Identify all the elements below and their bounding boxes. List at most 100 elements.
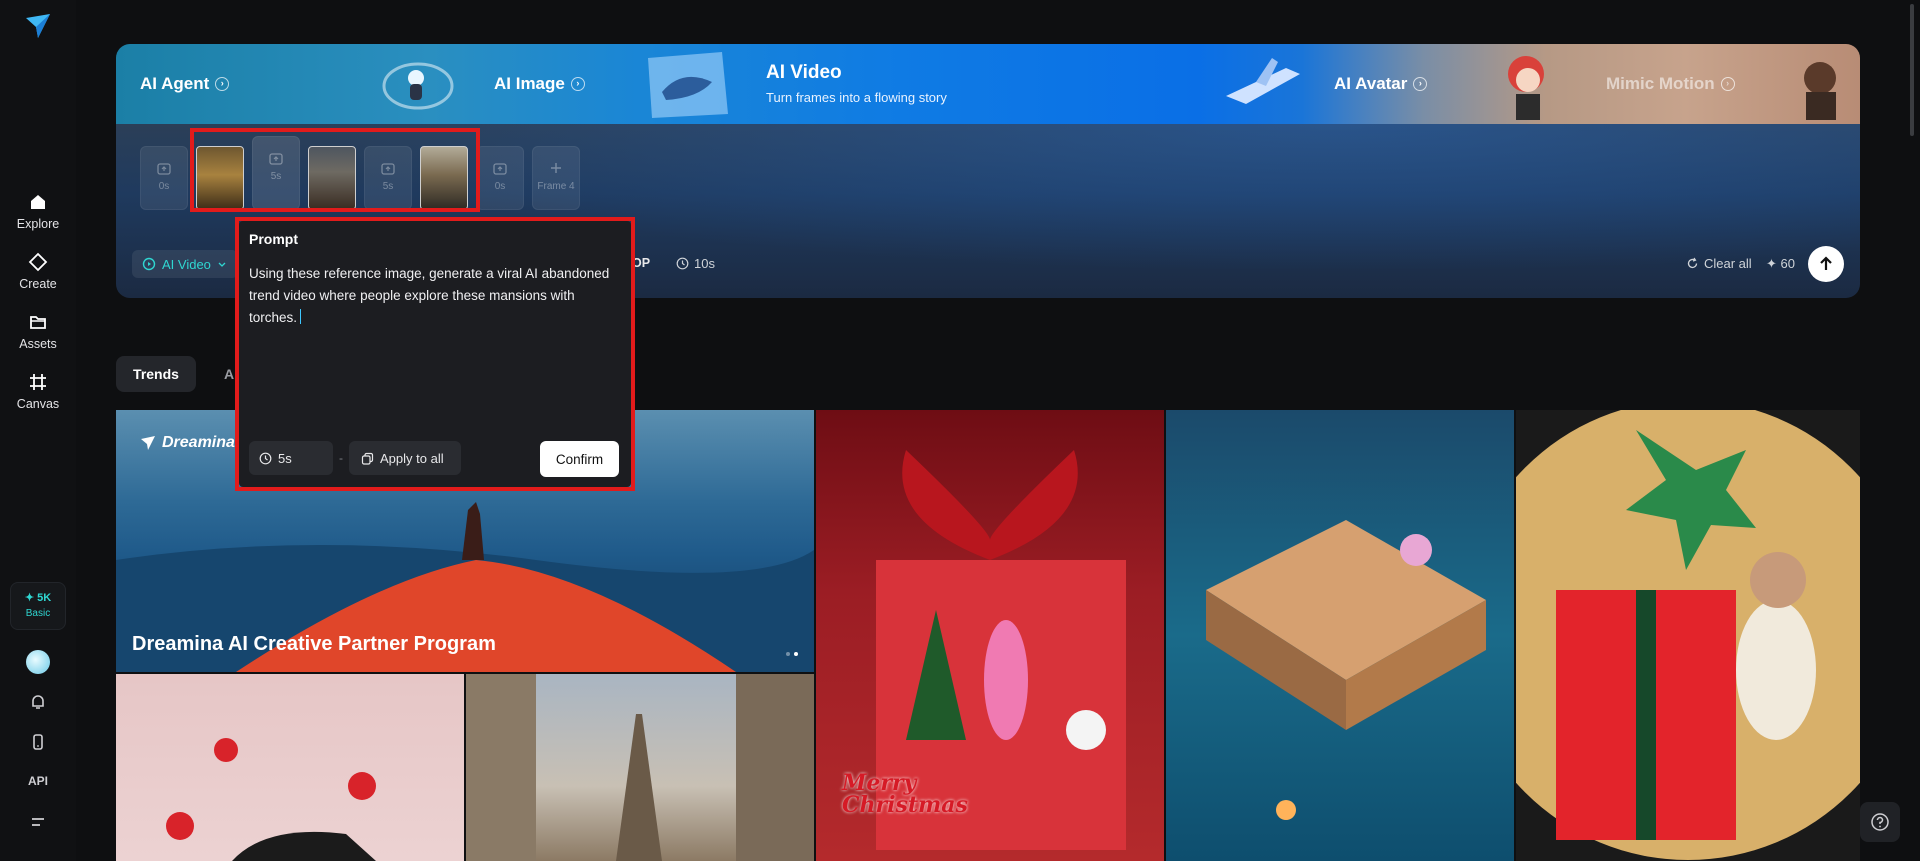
hero-brand: Dreamina bbox=[140, 434, 235, 452]
generation-cost: ✦ 60 bbox=[1766, 256, 1795, 271]
arrow-up-icon bbox=[1820, 256, 1832, 270]
arrow-right-icon: › bbox=[1413, 77, 1428, 91]
gallery-card-paris[interactable] bbox=[466, 674, 814, 861]
credit-amount: ✦ 5K bbox=[24, 592, 52, 604]
arrow-right-icon: › bbox=[215, 77, 230, 91]
carousel-dots[interactable] bbox=[786, 652, 798, 656]
dreamina-logo-icon bbox=[141, 436, 155, 450]
prompt-popup: Prompt Using these reference image, gene… bbox=[239, 221, 631, 487]
carousel-dot[interactable] bbox=[794, 652, 798, 656]
popup-title: Prompt bbox=[249, 231, 298, 247]
generate-button[interactable] bbox=[1808, 246, 1844, 282]
frame-icon bbox=[30, 374, 46, 390]
hero-title: Dreamina AI Creative Partner Program bbox=[132, 633, 496, 655]
confirm-button[interactable]: Confirm bbox=[540, 441, 619, 477]
tab-subtitle: Turn frames into a flowing story bbox=[766, 90, 947, 105]
tab-second[interactable]: A bbox=[224, 366, 234, 382]
sidebar-item-label: Assets bbox=[19, 337, 57, 351]
help-icon bbox=[1871, 813, 1889, 831]
avatar[interactable] bbox=[26, 650, 50, 674]
gift-artwork bbox=[1516, 410, 1860, 860]
carousel-dot[interactable] bbox=[786, 652, 790, 656]
clear-all-button[interactable]: Clear all bbox=[1686, 256, 1752, 271]
duration-option[interactable]: 10s bbox=[676, 256, 715, 271]
add-frame-label: Frame 4 bbox=[537, 181, 575, 192]
agent-illustration bbox=[382, 62, 454, 110]
mimic-illustration bbox=[1804, 62, 1836, 120]
plus-icon bbox=[551, 163, 561, 173]
add-frame-button[interactable]: Frame 4 bbox=[532, 146, 580, 210]
frame-duration: 0s bbox=[494, 181, 506, 192]
apply-to-all-button[interactable]: Apply to all bbox=[349, 441, 461, 475]
gallery-card-gift[interactable] bbox=[1516, 410, 1860, 861]
image-illustration bbox=[648, 52, 728, 118]
api-link[interactable]: API bbox=[0, 774, 76, 788]
frames-highlight bbox=[190, 128, 480, 212]
christmas-card-text: Merry Christmas bbox=[842, 770, 968, 818]
gallery-card-strawberry[interactable] bbox=[116, 674, 464, 861]
tab-label: AI Avatar bbox=[1334, 74, 1408, 93]
hero-brand-label: Dreamina bbox=[162, 434, 235, 451]
duration-selector[interactable]: 5s bbox=[249, 441, 333, 475]
dreamina-logo[interactable] bbox=[24, 12, 52, 40]
tab-mimic-motion[interactable]: Mimic Motion › bbox=[1606, 44, 1735, 124]
scrollbar[interactable] bbox=[1910, 4, 1914, 136]
sidebar-item-explore[interactable]: Explore bbox=[0, 192, 76, 231]
clear-all-label: Clear all bbox=[1704, 256, 1752, 271]
mode-label: AI Video bbox=[162, 256, 211, 272]
folder-icon bbox=[30, 316, 46, 329]
refresh-icon bbox=[1687, 257, 1698, 269]
text-caret bbox=[300, 309, 302, 324]
tab-label: AI Agent bbox=[140, 74, 210, 93]
video-mode-icon bbox=[142, 257, 156, 271]
phone-icon[interactable] bbox=[28, 732, 48, 752]
tab-label: AI Image bbox=[494, 74, 565, 93]
frame-slot[interactable]: 0s bbox=[476, 146, 524, 210]
prompt-textarea[interactable]: Using these reference image, generate a … bbox=[249, 263, 619, 329]
menu-icon[interactable] bbox=[28, 812, 48, 832]
feature-banner: AI Agent › AI Image › AI Video Turn frames… bbox=[116, 44, 1860, 124]
strawberry-artwork bbox=[166, 738, 376, 861]
apply-to-all-label: Apply to all bbox=[380, 450, 444, 466]
upload-icon bbox=[157, 163, 171, 175]
bell-icon[interactable] bbox=[28, 692, 48, 712]
diamond-icon bbox=[28, 252, 48, 272]
avatar-illustration bbox=[1508, 56, 1544, 120]
frame-slot[interactable]: 0s bbox=[140, 146, 188, 210]
tab-label: AI Video bbox=[766, 62, 842, 83]
home-icon bbox=[31, 195, 45, 209]
duration-value: 5s bbox=[278, 450, 292, 466]
tab-ai-agent[interactable]: AI Agent › bbox=[140, 44, 230, 124]
credit-balance[interactable]: ✦ 5K Basic bbox=[10, 582, 66, 630]
upload-icon bbox=[493, 163, 507, 175]
sidebar-item-assets[interactable]: Assets bbox=[0, 312, 76, 351]
underwater-artwork bbox=[1206, 520, 1486, 820]
copy-icon bbox=[361, 452, 374, 465]
chevron-down-icon bbox=[218, 262, 226, 267]
tab-ai-video[interactable]: AI Video Turn frames into a flowing stor… bbox=[766, 62, 947, 105]
tab-ai-image[interactable]: AI Image › bbox=[494, 44, 585, 124]
sidebar-item-create[interactable]: Create bbox=[0, 252, 76, 291]
gallery-card-christmas[interactable]: Merry Christmas bbox=[816, 410, 1164, 861]
prompt-text: Using these reference image, generate a … bbox=[249, 266, 610, 325]
tab-ai-avatar[interactable]: AI Avatar › bbox=[1334, 44, 1428, 124]
sidebar-item-label: Explore bbox=[16, 217, 60, 231]
clock-icon bbox=[676, 257, 689, 270]
clock-icon bbox=[259, 452, 272, 464]
sidebar-item-label: Canvas bbox=[16, 397, 60, 411]
gallery-card-underwater[interactable] bbox=[1166, 410, 1514, 861]
sidebar: Explore Create Assets Canvas ✦ 5K Basic … bbox=[0, 0, 76, 861]
duration-label: 10s bbox=[694, 256, 715, 271]
arrow-right-icon: › bbox=[1720, 77, 1735, 91]
mode-selector[interactable]: AI Video bbox=[132, 250, 238, 278]
sidebar-item-canvas[interactable]: Canvas bbox=[0, 372, 76, 411]
sidebar-item-label: Create bbox=[19, 277, 57, 291]
help-button[interactable] bbox=[1860, 802, 1900, 842]
frame-duration: 0s bbox=[158, 181, 170, 192]
tab-trends[interactable]: Trends bbox=[116, 356, 196, 392]
separator: - bbox=[339, 451, 343, 465]
eiffel-artwork bbox=[466, 674, 814, 861]
arrow-right-icon: › bbox=[570, 77, 585, 91]
tab-label: Mimic Motion bbox=[1606, 74, 1715, 93]
video-illustration bbox=[1226, 58, 1300, 104]
